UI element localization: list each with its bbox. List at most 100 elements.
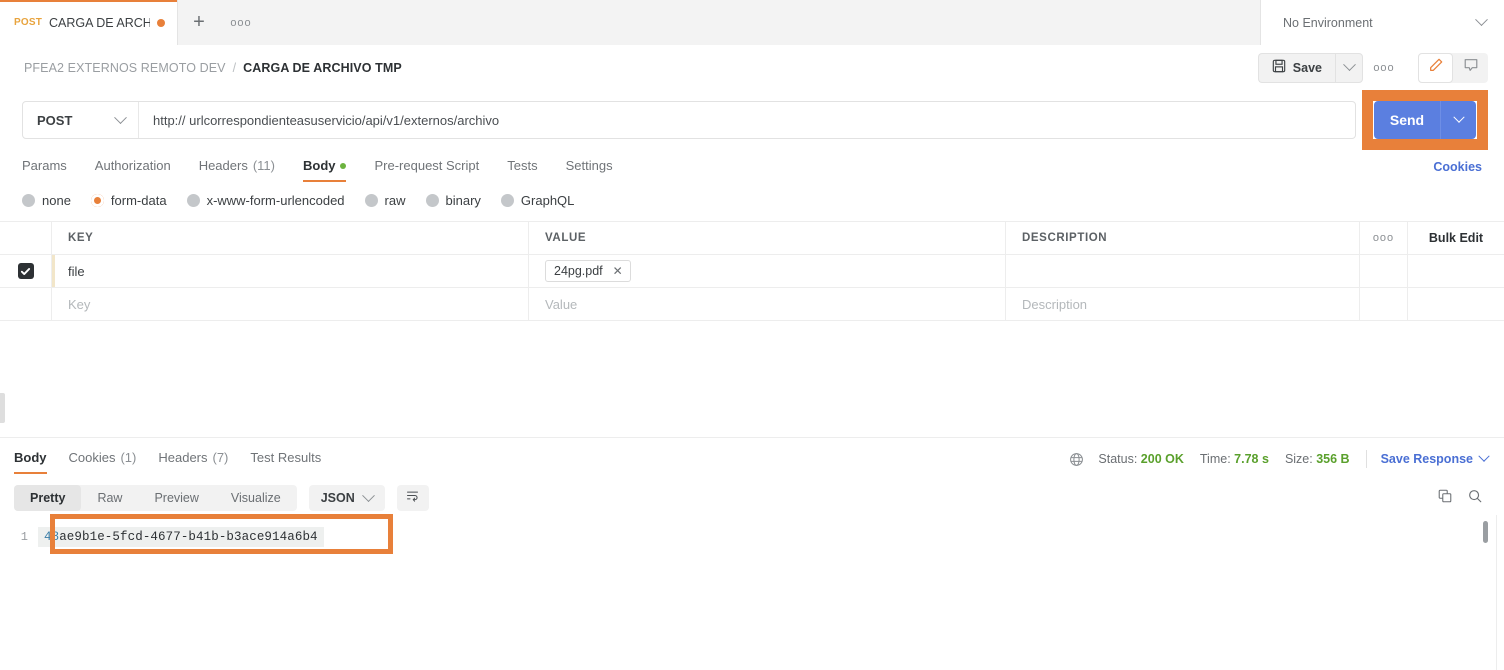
pencil-icon (1428, 57, 1444, 78)
row-more-icon (1360, 255, 1408, 287)
wrap-lines-button[interactable] (396, 485, 429, 511)
view-mode-preview[interactable]: Preview (138, 485, 214, 511)
tab-method-label: POST (14, 17, 43, 28)
http-method-value: POST (37, 112, 73, 128)
row-key-cell[interactable]: file (52, 255, 529, 287)
response-body-line: 1 48ae9b1e-5fcd-4677-b41b-b3ace914a6b4 (0, 524, 1504, 550)
body-type-binary[interactable]: binary (425, 193, 481, 208)
tab-authorization[interactable]: Authorization (95, 158, 171, 182)
tab-settings[interactable]: Settings (566, 158, 613, 182)
radio-icon (500, 193, 514, 207)
view-mode-raw[interactable]: Raw (81, 485, 138, 511)
response-format-selector[interactable]: JSON (308, 485, 385, 511)
chevron-down-icon (1342, 58, 1356, 72)
save-dropdown-button[interactable] (1335, 52, 1363, 83)
wrap-lines-icon (405, 488, 420, 508)
tab-headers[interactable]: Headers (11) (199, 158, 275, 182)
tab-title-label: CARGA DE ARCHIVO T (49, 15, 150, 30)
bulk-edit-button[interactable]: Bulk Edit (1408, 222, 1504, 254)
body-type-form-data[interactable]: form-data (90, 192, 167, 208)
response-tab-cookies[interactable]: Cookies (1) (69, 450, 137, 474)
body-present-dot-icon (340, 162, 347, 169)
tab-params[interactable]: Params (22, 158, 67, 182)
file-chip-remove-icon[interactable]: ✕ (613, 264, 623, 278)
tab-pre-request-script[interactable]: Pre-request Script (374, 158, 479, 182)
body-type-raw[interactable]: raw (364, 192, 406, 208)
body-type-x-www-form-urlencoded[interactable]: x-www-form-urlencoded (186, 192, 345, 208)
tab-bar: POST CARGA DE ARCHIVO T + ooo No Environ… (0, 0, 1504, 45)
postman-window: POST CARGA DE ARCHIVO T + ooo No Environ… (0, 0, 1504, 670)
http-method-selector[interactable]: POST (23, 102, 139, 138)
radio-icon (425, 193, 439, 207)
response-tab-body[interactable]: Body (14, 450, 47, 474)
breadcrumb-parent[interactable]: PFEA2 EXTERNOS REMOTO DEV (24, 61, 226, 75)
column-header-value: VALUE (545, 232, 587, 244)
view-mode-pretty[interactable]: Pretty (14, 485, 82, 511)
radio-icon (364, 193, 378, 207)
empty-row-checkbox-cell (0, 288, 52, 320)
file-chip[interactable]: 24pg.pdf ✕ (545, 260, 631, 282)
table-header-checkbox-cell (0, 222, 52, 254)
search-icon (1467, 488, 1483, 509)
response-scrollbar-thumb[interactable] (1483, 521, 1488, 543)
empty-row-key-input[interactable]: Key (52, 288, 529, 320)
status-value: 200 OK (1140, 452, 1184, 466)
row-value-cell[interactable]: 24pg.pdf ✕ (529, 255, 1006, 287)
empty-row-value-input[interactable]: Value (529, 288, 1006, 320)
chevron-down-icon (1478, 450, 1490, 462)
network-globe-icon[interactable] (1069, 452, 1084, 467)
body-type-urlencoded-label: x-www-form-urlencoded (206, 192, 345, 208)
time-label: Time: (1199, 452, 1231, 466)
body-type-graphql[interactable]: GraphQL (500, 193, 574, 208)
response-body-text[interactable]: 48ae9b1e-5fcd-4677-b41b-b3ace914a6b4 (38, 527, 324, 547)
view-mode-visualize[interactable]: Visualize (215, 485, 297, 511)
response-scroll-track-line (1496, 515, 1497, 670)
search-response-button[interactable] (1460, 485, 1490, 511)
url-input[interactable]: http:// urlcorrespondienteasuservicio/ap… (139, 102, 1355, 138)
response-tab-headers-count: (7) (212, 450, 229, 465)
breadcrumb-current: CARGA DE ARCHIVO TMP (243, 60, 402, 75)
form-data-table: KEY VALUE DESCRIPTION ooo Bulk Edit file… (0, 221, 1504, 321)
table-header-description-cell: DESCRIPTION (1006, 222, 1360, 254)
table-header-row: KEY VALUE DESCRIPTION ooo Bulk Edit (0, 221, 1504, 255)
body-type-raw-label: raw (384, 192, 406, 208)
new-tab-button[interactable]: + (178, 0, 220, 45)
save-button[interactable]: Save (1257, 52, 1335, 83)
tab-body[interactable]: Body (302, 158, 347, 182)
body-type-form-data-label: form-data (110, 192, 167, 208)
request-more-actions-icon[interactable]: ooo (1367, 53, 1401, 83)
empty-row-bulk-spacer (1408, 288, 1504, 320)
response-format-value: JSON (320, 491, 355, 505)
row-key-value: file (68, 263, 85, 279)
environment-value: No Environment (1283, 15, 1373, 30)
comment-icon (1463, 57, 1479, 78)
table-row-empty: Key Value Description (0, 288, 1504, 321)
row-description-cell[interactable] (1006, 255, 1360, 287)
response-tab-test-results[interactable]: Test Results (250, 450, 321, 474)
row-enabled-checkbox[interactable] (17, 263, 34, 279)
save-response-button[interactable]: Save Response (1381, 450, 1490, 466)
view-mode-group (1418, 52, 1488, 83)
table-options-more-icon[interactable]: ooo (1360, 222, 1408, 254)
response-tab-headers[interactable]: Headers (7) (158, 450, 228, 474)
response-tab-body-label: Body (14, 450, 47, 465)
body-type-none[interactable]: none (22, 193, 71, 208)
column-header-key: KEY (68, 232, 94, 244)
environment-selector[interactable]: No Environment (1260, 0, 1504, 45)
edit-pencil-button[interactable] (1418, 52, 1453, 83)
copy-response-button[interactable] (1430, 485, 1460, 511)
tab-tests[interactable]: Tests (507, 158, 537, 182)
row-bulk-spacer (1408, 255, 1504, 287)
file-chip-name: 24pg.pdf (554, 264, 603, 278)
send-button[interactable]: Send (1374, 101, 1440, 139)
send-dropdown-button[interactable] (1440, 101, 1476, 139)
comments-button[interactable] (1453, 53, 1488, 83)
tab-options-more-icon[interactable]: ooo (220, 0, 262, 45)
request-tab-carga-de-archivo[interactable]: POST CARGA DE ARCHIVO T (0, 0, 178, 45)
response-tab-cookies-label: Cookies (68, 450, 116, 465)
empty-row-description-input[interactable]: Description (1006, 288, 1360, 320)
sidebar-resize-handle[interactable] (0, 393, 5, 423)
cookies-link[interactable]: Cookies (1433, 160, 1482, 174)
body-type-none-label: none (42, 192, 71, 208)
tab-tests-label: Tests (507, 158, 538, 173)
